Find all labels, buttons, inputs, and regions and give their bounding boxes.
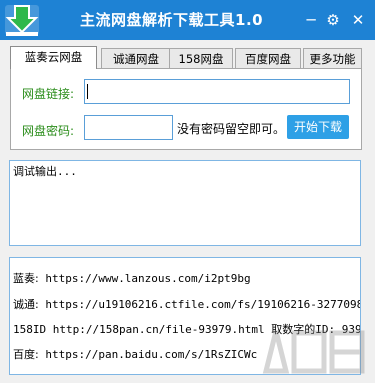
tab-lanzou[interactable]: 蓝奏云网盘 xyxy=(10,46,97,69)
title-bar: 主流网盘解析下载工具1.0 ─ ⚙ ✕ xyxy=(0,0,375,40)
text-caret xyxy=(87,84,88,99)
link-label: 网盘链接: xyxy=(22,87,75,101)
tab-baidu[interactable]: 百度网盘 xyxy=(235,48,301,68)
password-input[interactable] xyxy=(84,115,173,140)
link-name: 诚通: xyxy=(13,298,39,311)
tab-panel: 网盘链接: 网盘密码: 没有密码留空即可。 开始下载 xyxy=(10,68,362,150)
password-hint: 没有密码留空即可。 xyxy=(177,122,286,136)
link-example-baidu: 百度: https://pan.baidu.com/s/1RsZICWc xyxy=(13,346,257,362)
tab-more[interactable]: 更多功能 xyxy=(303,48,362,68)
link-url: https://pan.baidu.com/s/1RsZICWc xyxy=(38,348,258,361)
minimize-button[interactable]: ─ xyxy=(300,9,322,31)
window-title: 主流网盘解析下载工具1.0 xyxy=(80,11,264,29)
link-url: https://www.lanzous.com/i2pt9bg xyxy=(38,272,251,285)
debug-output[interactable]: 调试输出... xyxy=(9,160,361,246)
settings-button[interactable]: ⚙ xyxy=(322,9,344,31)
debug-output-text: 调试输出... xyxy=(13,165,77,178)
link-example-chengtong: 诚通: https://u19106216.ctfile.com/fs/1910… xyxy=(13,296,361,312)
link-name: 百度: xyxy=(13,348,39,361)
watermark-logo xyxy=(262,330,365,374)
link-name: 蓝奏: xyxy=(13,272,39,285)
start-download-button[interactable]: 开始下载 xyxy=(287,115,349,139)
tab-chengtong[interactable]: 诚通网盘 xyxy=(101,48,171,68)
link-example-lanzou: 蓝奏: https://www.lanzous.com/i2pt9bg xyxy=(13,270,251,286)
link-input[interactable] xyxy=(84,79,350,104)
close-button[interactable]: ✕ xyxy=(347,9,369,31)
download-arrow-icon xyxy=(5,5,39,36)
link-url: https://u19106216.ctfile.com/fs/19106216… xyxy=(38,298,361,311)
tab-158[interactable]: 158网盘 xyxy=(169,48,233,68)
password-label: 网盘密码: xyxy=(22,124,75,138)
